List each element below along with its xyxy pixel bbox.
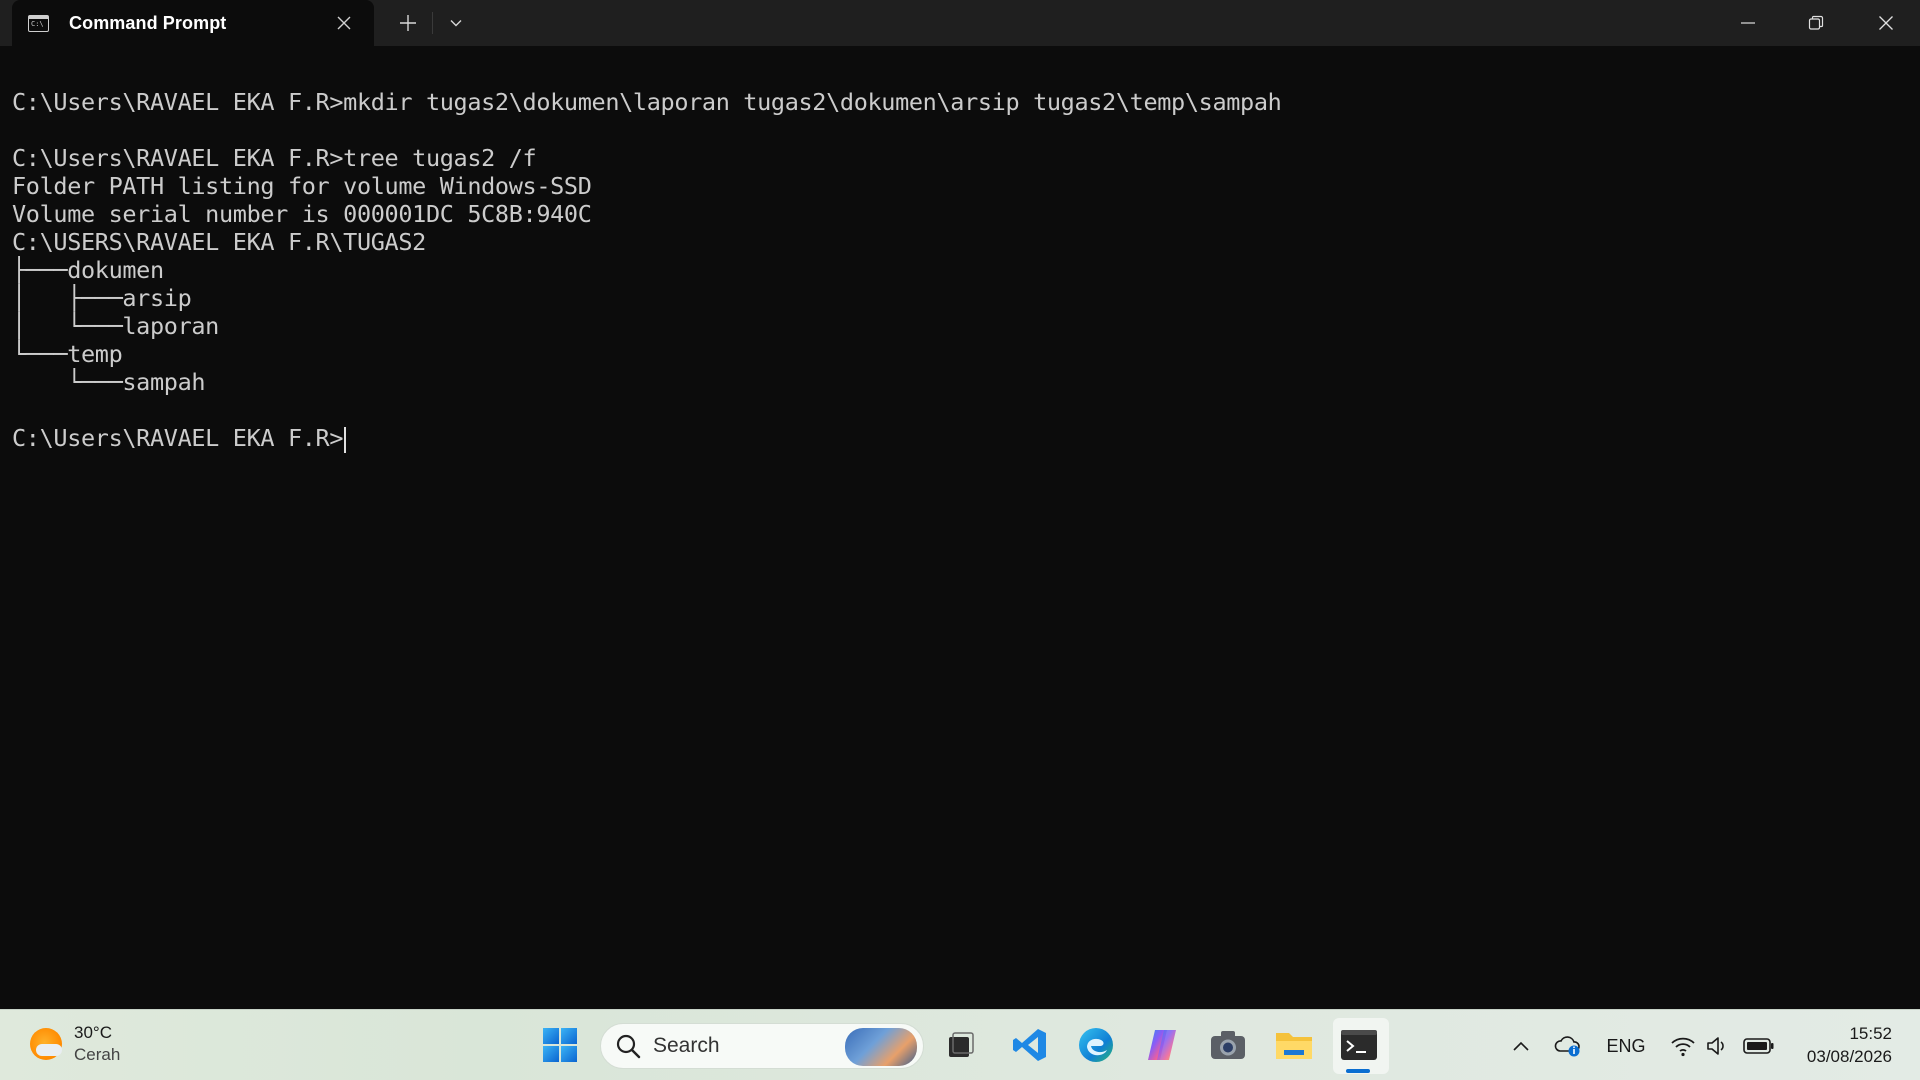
copilot-icon bbox=[1148, 1030, 1176, 1060]
close-icon bbox=[337, 16, 351, 30]
chevron-down-icon bbox=[450, 20, 462, 27]
edge-icon bbox=[1079, 1028, 1113, 1062]
terminal-line: C:\Users\RAVAEL EKA F.R>tree tugas2 /f bbox=[12, 144, 537, 172]
tree-line: └───temp bbox=[12, 340, 123, 368]
tab-command-prompt[interactable]: C:\ Command Prompt bbox=[12, 0, 374, 46]
tree-line: │ ├───arsip bbox=[12, 284, 192, 312]
terminal-line: C:\USERS\RAVAEL EKA F.R\TUGAS2 bbox=[12, 228, 426, 256]
volume-button[interactable] bbox=[1703, 1032, 1731, 1060]
wifi-icon bbox=[1671, 1037, 1695, 1057]
battery-icon bbox=[1743, 1038, 1774, 1054]
close-window-button[interactable] bbox=[1852, 0, 1920, 46]
file-explorer-icon bbox=[1276, 1033, 1312, 1059]
tree-line: └───sampah bbox=[12, 368, 206, 396]
show-hidden-icons-button[interactable] bbox=[1508, 1032, 1534, 1060]
edge-button[interactable] bbox=[1073, 1022, 1119, 1068]
tab-dropdown-button[interactable] bbox=[440, 7, 472, 39]
prompt-line[interactable]: C:\Users\RAVAEL EKA F.R> bbox=[12, 424, 1920, 453]
clock-date: 03/08/2026 bbox=[1806, 1047, 1892, 1066]
chevron-up-icon bbox=[1513, 1041, 1529, 1051]
battery-button[interactable] bbox=[1741, 1032, 1777, 1060]
terminal-output[interactable]: C:\Users\RAVAEL EKA F.R>mkdir tugas2\dok… bbox=[0, 46, 1920, 1009]
restore-button[interactable] bbox=[1782, 0, 1850, 46]
tree-line: │ └───laporan bbox=[12, 312, 219, 340]
new-tab-button[interactable] bbox=[392, 7, 424, 39]
wifi-button[interactable] bbox=[1668, 1032, 1698, 1060]
text-cursor bbox=[344, 426, 347, 453]
terminal-line: C:\Users\RAVAEL EKA F.R>mkdir tugas2\dok… bbox=[12, 88, 1282, 116]
task-view-button[interactable] bbox=[938, 1022, 984, 1068]
command-prompt-icon: C:\ bbox=[28, 14, 49, 32]
tab-title: Command Prompt bbox=[69, 12, 227, 33]
onedrive-status-button[interactable] bbox=[1553, 1032, 1583, 1060]
vscode-icon bbox=[1013, 1029, 1046, 1061]
copilot-button[interactable] bbox=[1139, 1022, 1185, 1068]
weather-sun-cloud-icon bbox=[30, 1028, 62, 1060]
cloud-info-icon bbox=[1554, 1036, 1580, 1057]
speaker-icon bbox=[1707, 1037, 1724, 1055]
close-icon bbox=[1879, 16, 1893, 30]
active-indicator bbox=[1346, 1069, 1370, 1073]
search-label: Search bbox=[653, 1034, 720, 1057]
weather-description: Cerah bbox=[74, 1045, 121, 1064]
terminal-button[interactable] bbox=[1336, 1022, 1382, 1068]
weather-widget[interactable]: 30°C Cerah bbox=[30, 1022, 120, 1066]
start-button[interactable] bbox=[537, 1022, 583, 1068]
tab-separator bbox=[432, 12, 433, 34]
minimize-button[interactable] bbox=[1714, 0, 1782, 46]
vscode-button[interactable] bbox=[1007, 1022, 1053, 1068]
plus-icon bbox=[400, 15, 416, 31]
clock-time: 15:52 bbox=[1849, 1024, 1892, 1043]
task-view-icon bbox=[949, 1032, 974, 1057]
file-explorer-button[interactable] bbox=[1271, 1022, 1317, 1068]
prompt-text: C:\Users\RAVAEL EKA F.R> bbox=[12, 424, 344, 452]
search-highlight-image bbox=[845, 1028, 917, 1066]
camera-button[interactable] bbox=[1205, 1022, 1251, 1068]
title-bar: C:\ Command Prompt bbox=[0, 0, 1920, 46]
weather-temperature: 30°C bbox=[74, 1023, 112, 1042]
camera-icon bbox=[1211, 1031, 1245, 1059]
close-tab-button[interactable] bbox=[332, 11, 356, 35]
taskbar-search-box[interactable]: Search bbox=[600, 1023, 924, 1069]
terminal-line: Volume serial number is 000001DC 5C8B:94… bbox=[12, 200, 592, 228]
terminal-line: Folder PATH listing for volume Windows-S… bbox=[12, 172, 592, 200]
tree-line: ├───dokumen bbox=[12, 256, 164, 284]
search-icon bbox=[616, 1034, 641, 1059]
windows-start-icon bbox=[543, 1028, 577, 1062]
restore-icon bbox=[1808, 15, 1824, 30]
minimize-icon bbox=[1741, 22, 1755, 24]
language-indicator[interactable]: ENG bbox=[1606, 1032, 1646, 1060]
clock[interactable]: 15:52 03/08/2026 bbox=[1807, 1022, 1892, 1068]
terminal-icon bbox=[1341, 1030, 1377, 1060]
taskbar: 30°C Cerah Search ENG 15:52 03/08/2026 bbox=[0, 1009, 1920, 1080]
